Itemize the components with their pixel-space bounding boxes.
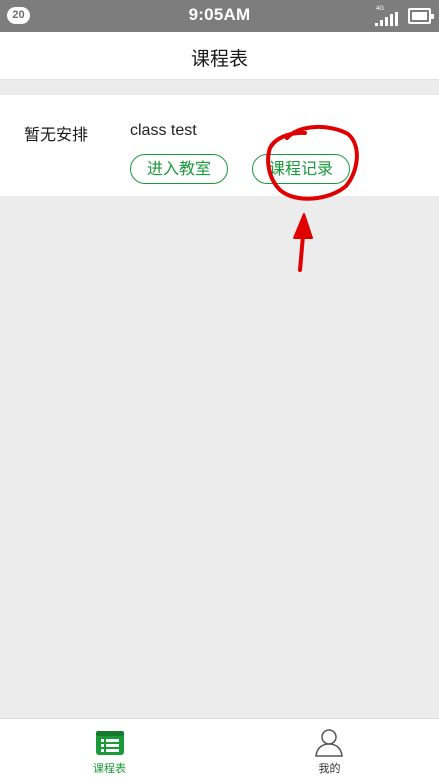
profile-icon — [315, 729, 343, 757]
page-title: 课程表 — [190, 48, 248, 70]
course-record-button[interactable]: 课程记录 — [252, 154, 350, 184]
tab-schedule[interactable]: 课程表 — [0, 719, 219, 780]
course-name: class test — [130, 122, 197, 139]
course-card: 暂无安排 class test 进入教室 课程记录 — [0, 95, 439, 196]
arrow-annotation — [298, 222, 306, 272]
bottom-tab-bar: 课程表 我的 — [0, 718, 439, 780]
header-bar: 课程表 — [0, 32, 439, 80]
tab-mine-label: 我的 — [318, 762, 341, 775]
course-time-slot: 暂无安排 — [24, 125, 89, 144]
schedule-icon — [96, 731, 124, 755]
tab-schedule-label: 课程表 — [93, 762, 126, 775]
enter-classroom-button[interactable]: 进入教室 — [130, 154, 228, 184]
status-time: 9:05AM — [188, 5, 251, 24]
battery-icon — [408, 8, 434, 24]
app-screen: 20 9:05AM 4G 课程表 暂无安排 class test 进入教室 课程… — [0, 0, 439, 780]
signal-icon: 4G — [375, 6, 405, 26]
tab-mine[interactable]: 我的 — [220, 719, 439, 780]
status-bar: 20 9:05AM 4G — [0, 0, 439, 32]
